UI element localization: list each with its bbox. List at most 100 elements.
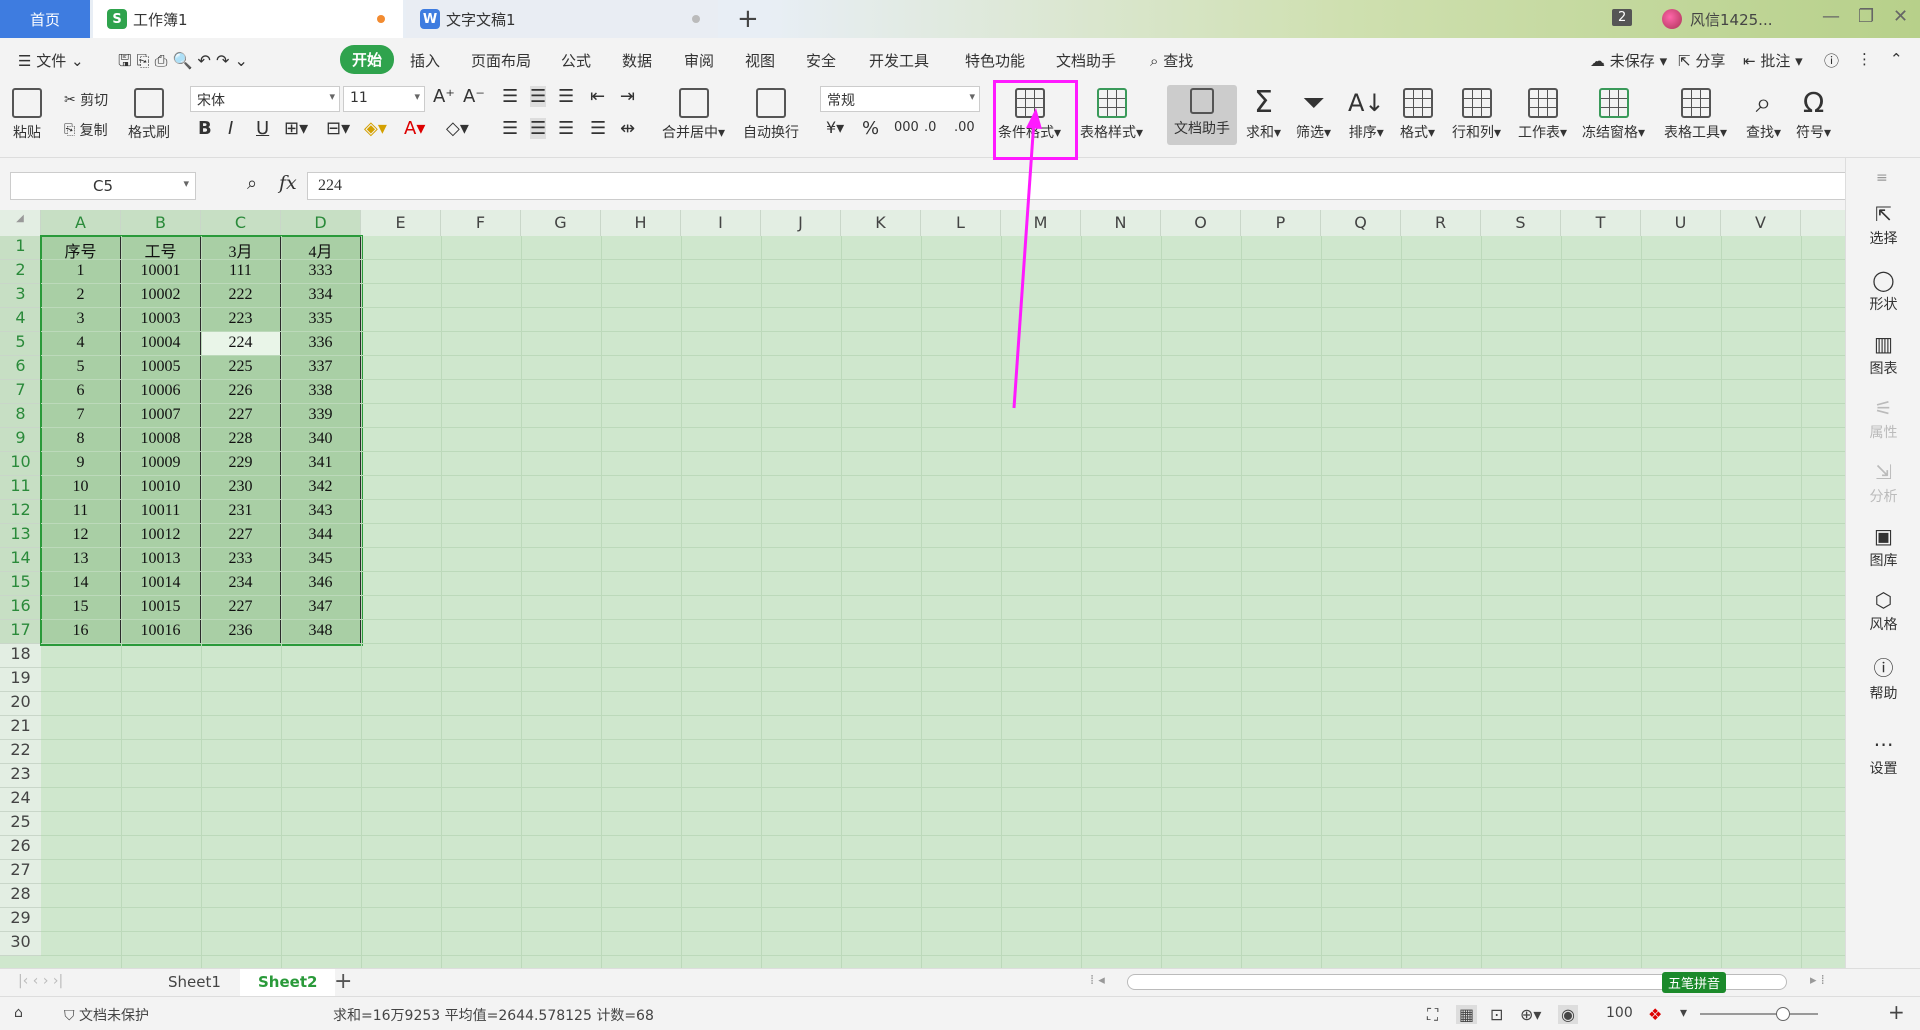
column-header[interactable]: J bbox=[761, 210, 841, 236]
justify-icon[interactable]: ☰ bbox=[590, 118, 606, 139]
sidebar-item-chart[interactable]: ▥图表 bbox=[1846, 332, 1920, 378]
function-icon[interactable]: fx bbox=[279, 172, 297, 194]
menu-find[interactable]: ⌕ 查找 bbox=[1150, 50, 1193, 71]
menu-special[interactable]: 特色功能 bbox=[965, 50, 1025, 71]
menu-data[interactable]: 数据 bbox=[622, 50, 652, 71]
close-icon[interactable]: ✕ bbox=[1893, 6, 1908, 27]
column-header[interactable]: C bbox=[201, 210, 281, 236]
distributed-icon[interactable]: ⇹ bbox=[620, 118, 635, 139]
decrease-decimal-icon[interactable]: .00 bbox=[954, 120, 975, 135]
align-right-icon[interactable]: ☰ bbox=[558, 118, 574, 139]
underline-icon[interactable]: U bbox=[256, 118, 269, 139]
tab-workbook[interactable]: S 工作簿1 bbox=[93, 0, 403, 38]
decrease-font-icon[interactable]: A⁻ bbox=[463, 86, 485, 107]
symbol-button[interactable]: Ω 符号▾ bbox=[1796, 88, 1831, 142]
table-style-button[interactable]: 表格样式▾ bbox=[1080, 88, 1143, 142]
eye-protect-icon[interactable]: ◉ bbox=[1558, 1005, 1578, 1024]
formula-input[interactable]: 224 bbox=[307, 172, 1862, 200]
sidebar-menu-icon[interactable]: ≡ bbox=[1876, 170, 1888, 186]
quick-access-toolbar[interactable]: 🖫 ⎘ ⎙ 🔍 ↶ ↷ ⌄ bbox=[118, 50, 248, 77]
menu-formula[interactable]: 公式 bbox=[561, 50, 591, 71]
row-header[interactable]: 28 bbox=[0, 884, 41, 908]
file-menu[interactable]: ☰ 文件 ⌄ bbox=[18, 50, 84, 71]
row-col-button[interactable]: 行和列▾ bbox=[1452, 88, 1501, 142]
row-header[interactable]: 21 bbox=[0, 716, 41, 740]
font-color-icon[interactable]: A▾ bbox=[404, 118, 425, 139]
format-button[interactable]: 格式▾ bbox=[1400, 88, 1435, 142]
row-header[interactable]: 2 bbox=[0, 260, 41, 284]
sheet-tab-sheet2[interactable]: Sheet2 bbox=[240, 969, 335, 996]
zoom-dropdown-icon[interactable]: ▾ bbox=[1680, 1005, 1687, 1021]
percent-icon[interactable]: % bbox=[862, 118, 879, 139]
row-header[interactable]: 17 bbox=[0, 620, 41, 644]
menu-start[interactable]: 开始 bbox=[340, 45, 394, 74]
column-header[interactable]: Q bbox=[1321, 210, 1401, 236]
row-header[interactable]: 4 bbox=[0, 308, 41, 332]
row-header[interactable]: 15 bbox=[0, 572, 41, 596]
freeze-button[interactable]: 冻结窗格▾ bbox=[1582, 88, 1645, 142]
row-header[interactable]: 30 bbox=[0, 932, 41, 956]
menu-doc-assist[interactable]: 文档助手 bbox=[1056, 50, 1116, 71]
sheet-tab-sheet1[interactable]: Sheet1 bbox=[150, 969, 239, 996]
hscroll-right-icon[interactable]: ▸ ⁞ bbox=[1810, 973, 1825, 988]
sidebar-item-settings[interactable]: ⋯设置 bbox=[1846, 732, 1920, 778]
row-header[interactable]: 5 bbox=[0, 332, 41, 356]
row-header[interactable]: 18 bbox=[0, 644, 41, 668]
wps-logo-icon[interactable]: ❖ bbox=[1648, 1005, 1662, 1024]
zoom-value[interactable]: 100 bbox=[1606, 1005, 1633, 1021]
increase-font-icon[interactable]: A⁺ bbox=[433, 86, 455, 107]
sheet-nav-arrows[interactable]: |‹ ‹ › ›| bbox=[18, 973, 63, 989]
window-count-badge[interactable]: 2 bbox=[1612, 9, 1632, 26]
column-header[interactable]: T bbox=[1561, 210, 1641, 236]
column-header[interactable]: S bbox=[1481, 210, 1561, 236]
border-icon[interactable]: ⊞▾ bbox=[284, 118, 308, 139]
comment-button[interactable]: ⇤ 批注 ▾ bbox=[1743, 50, 1803, 71]
new-tab-button[interactable]: + bbox=[737, 4, 759, 34]
user-name[interactable]: 风信1425... bbox=[1690, 9, 1772, 30]
sidebar-item-style[interactable]: ⬡风格 bbox=[1846, 588, 1920, 634]
unsaved-button[interactable]: ☁ 未保存 ▾ bbox=[1590, 50, 1667, 71]
menu-review[interactable]: 审阅 bbox=[684, 50, 714, 71]
align-bottom-icon[interactable]: ☰ bbox=[558, 86, 574, 107]
row-header[interactable]: 23 bbox=[0, 764, 41, 788]
row-header[interactable]: 9 bbox=[0, 428, 41, 452]
italic-icon[interactable]: I bbox=[228, 118, 233, 139]
paste-button[interactable]: 粘贴 bbox=[12, 88, 42, 142]
row-header[interactable]: 26 bbox=[0, 836, 41, 860]
row-header[interactable]: 3 bbox=[0, 284, 41, 308]
share-button[interactable]: ⇱ 分享 bbox=[1678, 50, 1725, 71]
tab-home[interactable]: 首页 bbox=[0, 0, 90, 38]
more-icon[interactable]: ⋮ bbox=[1857, 50, 1872, 68]
cut-button[interactable]: ✂ 剪切 bbox=[64, 90, 108, 110]
row-header[interactable]: 24 bbox=[0, 788, 41, 812]
align-center-icon[interactable]: ☰ bbox=[530, 118, 546, 139]
column-header[interactable]: D bbox=[281, 210, 361, 236]
column-header[interactable]: M bbox=[1001, 210, 1081, 236]
hscroll-left-icon[interactable]: ⁞ ◂ bbox=[1090, 973, 1105, 988]
font-name-select[interactable]: 宋体 bbox=[190, 86, 340, 112]
decrease-indent-icon[interactable]: ⇤ bbox=[590, 86, 605, 107]
column-header[interactable]: N bbox=[1081, 210, 1161, 236]
row-header[interactable]: 29 bbox=[0, 908, 41, 932]
page-layout-icon[interactable]: ⊕▾ bbox=[1520, 1005, 1541, 1024]
menu-insert[interactable]: 插入 bbox=[410, 50, 440, 71]
column-header[interactable]: O bbox=[1161, 210, 1241, 236]
number-format-select[interactable]: 常规 bbox=[820, 86, 980, 112]
minimize-icon[interactable]: — bbox=[1822, 6, 1840, 27]
sort-button[interactable]: A↓ 排序▾ bbox=[1348, 88, 1385, 142]
column-header[interactable]: H bbox=[601, 210, 681, 236]
worksheet-button[interactable]: 工作表▾ bbox=[1518, 88, 1567, 142]
clear-icon[interactable]: ◇▾ bbox=[446, 118, 469, 139]
row-header[interactable]: 6 bbox=[0, 356, 41, 380]
column-header[interactable]: L bbox=[921, 210, 1001, 236]
currency-icon[interactable]: ¥▾ bbox=[826, 118, 844, 137]
find-button[interactable]: ⌕ 查找▾ bbox=[1746, 88, 1781, 142]
row-header[interactable]: 27 bbox=[0, 860, 41, 884]
avatar[interactable] bbox=[1662, 9, 1682, 29]
thousands-icon[interactable]: 000 bbox=[894, 120, 919, 135]
sum-button[interactable]: Σ 求和▾ bbox=[1246, 88, 1281, 142]
fullscreen-icon[interactable]: ⛶ bbox=[1427, 1005, 1438, 1025]
filter-button[interactable]: ⏷ 筛选▾ bbox=[1296, 88, 1331, 142]
align-top-icon[interactable]: ☰ bbox=[502, 86, 518, 107]
column-header[interactable]: V bbox=[1721, 210, 1801, 236]
